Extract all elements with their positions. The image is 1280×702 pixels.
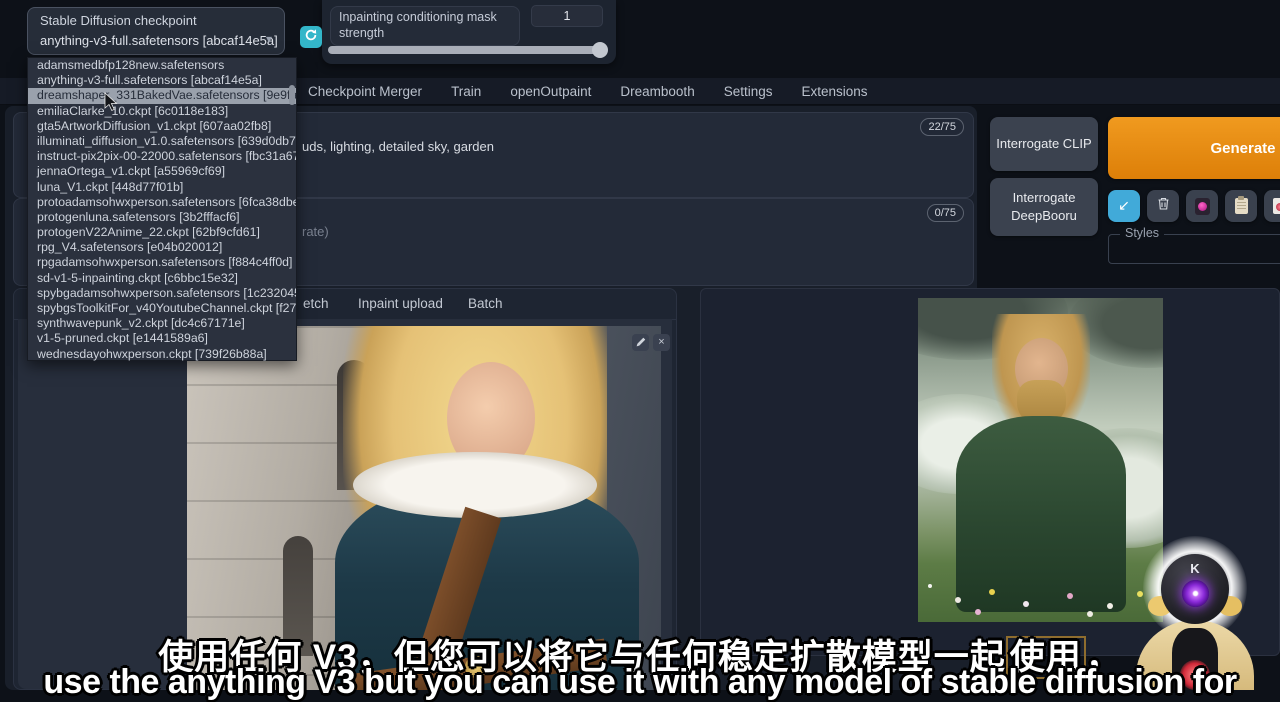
save-style-button[interactable] <box>1264 190 1280 222</box>
dropdown-scrollbar[interactable] <box>289 85 295 105</box>
subtitle-english: use the anything V3 but you can use it w… <box>0 663 1280 702</box>
styles-label: Styles <box>1120 226 1164 240</box>
checkpoint-option[interactable]: protogenV22Anime_22.ckpt [62bf9cfd61] <box>28 225 296 240</box>
checkpoint-option[interactable]: protoadamsohwxperson.safetensors [6fca38… <box>28 195 296 210</box>
checkpoint-option[interactable]: rpgadamsohwxperson.safetensors [f884c4ff… <box>28 255 296 270</box>
paste-generation-params-button[interactable]: ↙ <box>1108 190 1140 222</box>
checkpoint-option[interactable]: gta5ArtworkDiffusion_v1.ckpt [607aa02fb8… <box>28 119 296 134</box>
close-icon: × <box>658 337 664 348</box>
tab-batch[interactable]: Batch <box>468 296 503 311</box>
remove-image-button[interactable]: × <box>653 334 670 351</box>
chevron-down-icon: ▾ <box>266 32 272 46</box>
extra-networks-button[interactable] <box>1186 190 1218 222</box>
clear-prompt-button[interactable] <box>1147 190 1179 222</box>
mask-strength-slider[interactable] <box>328 46 607 54</box>
pencil-icon <box>636 338 646 348</box>
main-tab[interactable]: Train <box>451 84 481 99</box>
paste-arrow-icon: ↙ <box>1118 198 1130 214</box>
checkpoint-option[interactable]: anything-v3-full.safetensors [abcaf14e5a… <box>28 73 296 88</box>
checkpoint-option[interactable]: adamsmedbfp128new.safetensors <box>28 58 296 73</box>
checkpoint-option[interactable]: synthwavepunk_v2.ckpt [dc4c67171e] <box>28 316 296 331</box>
main-tab[interactable]: openOutpaint <box>510 84 591 99</box>
checkpoint-option[interactable]: sd-v1-5-inpainting.ckpt [c6bbc15e32] <box>28 271 296 286</box>
checkpoint-option[interactable]: rpg_V4.safetensors [e04b020012] <box>28 240 296 255</box>
checkpoint-selected-value: anything-v3-full.safetensors [abcaf14e5a… <box>40 33 278 48</box>
checkpoint-option[interactable]: spybgsToolkitFor_v40YoutubeChannel.ckpt … <box>28 301 296 316</box>
negative-token-counter: 0/75 <box>927 204 964 222</box>
tab-inpaint-sketch[interactable]: etch <box>303 296 329 311</box>
checkpoint-label: Stable Diffusion checkpoint <box>40 13 197 28</box>
refresh-checkpoints-button[interactable] <box>300 26 322 48</box>
mask-strength-panel: Inpainting conditioning mask strength 1 <box>322 0 616 64</box>
checkpoint-option[interactable]: jennaOrtega_v1.ckpt [a55969cf69] <box>28 164 296 179</box>
main-tab[interactable]: Checkpoint Merger <box>308 84 422 99</box>
mouse-cursor <box>104 92 118 117</box>
prompt-token-counter: 22/75 <box>920 118 964 136</box>
mask-strength-label: Inpainting conditioning mask strength <box>330 6 520 46</box>
edit-image-button[interactable] <box>632 334 649 351</box>
tab-inpaint-upload[interactable]: Inpaint upload <box>358 296 443 311</box>
checkpoint-option[interactable]: illuminati_diffusion_v1.0.safetensors [6… <box>28 134 296 149</box>
prompt-text: uds, lighting, detailed sky, garden <box>302 139 494 154</box>
checkpoint-options: adamsmedbfp128new.safetensorsanything-v3… <box>28 58 296 362</box>
checkpoint-options-list: adamsmedbfp128new.safetensorsanything-v3… <box>27 57 297 361</box>
refresh-icon <box>304 28 318 47</box>
stable-diffusion-webui-screen: { "checkpoint_picker": { "label": "Stabl… <box>0 0 1280 690</box>
avatar-head: K <box>1161 554 1229 624</box>
checkpoint-option[interactable]: luna_V1.ckpt [448d77f01b] <box>28 180 296 195</box>
interrogate-clip-button[interactable]: Interrogate CLIP <box>990 117 1098 171</box>
main-tab[interactable]: Extensions <box>801 84 867 99</box>
checkpoint-dropdown[interactable]: Stable Diffusion checkpoint anything-v3-… <box>27 7 285 55</box>
man-image-flowers <box>928 584 932 588</box>
main-tab[interactable]: Settings <box>724 84 773 99</box>
checkpoint-option[interactable]: emiliaClarke_10.ckpt [6c0118e183] <box>28 104 296 119</box>
interrogate-deepbooru-button[interactable]: Interrogate DeepBooru <box>990 178 1098 236</box>
checkpoint-option[interactable]: spybgadamsohwxperson.safetensors [1c2320… <box>28 286 296 301</box>
main-tab[interactable]: Dreambooth <box>620 84 694 99</box>
clipboard-icon <box>1235 198 1248 214</box>
output-image-man[interactable] <box>918 298 1163 622</box>
checkpoint-option[interactable]: protogenluna.safetensors [3b2fffacf6] <box>28 210 296 225</box>
apply-styles-button[interactable] <box>1225 190 1257 222</box>
woman-image-fur-collar <box>353 452 597 518</box>
flower-card-icon <box>1195 198 1210 215</box>
floppy-disk-icon <box>1273 198 1280 214</box>
man-image-tunic <box>956 416 1126 612</box>
negative-placeholder-fragment: rate) <box>302 224 329 239</box>
avatar-letter: K <box>1161 561 1229 576</box>
trash-icon <box>1156 196 1171 216</box>
checkpoint-option[interactable]: instruct-pix2pix-00-22000.safetensors [f… <box>28 149 296 164</box>
checkpoint-option[interactable]: dreamshaper_331BakedVae.safetensors [9e9… <box>28 88 296 103</box>
checkpoint-option[interactable]: v1-5-pruned.ckpt [e1441589a6] <box>28 331 296 346</box>
mask-strength-slider-handle[interactable] <box>592 42 608 58</box>
generate-button[interactable]: Generate <box>1108 117 1280 179</box>
avatar-eye <box>1182 580 1209 607</box>
mask-strength-value-input[interactable]: 1 <box>531 5 603 27</box>
checkpoint-option[interactable]: wednesdayohwxperson.ckpt [739f26b88a] <box>28 347 296 362</box>
